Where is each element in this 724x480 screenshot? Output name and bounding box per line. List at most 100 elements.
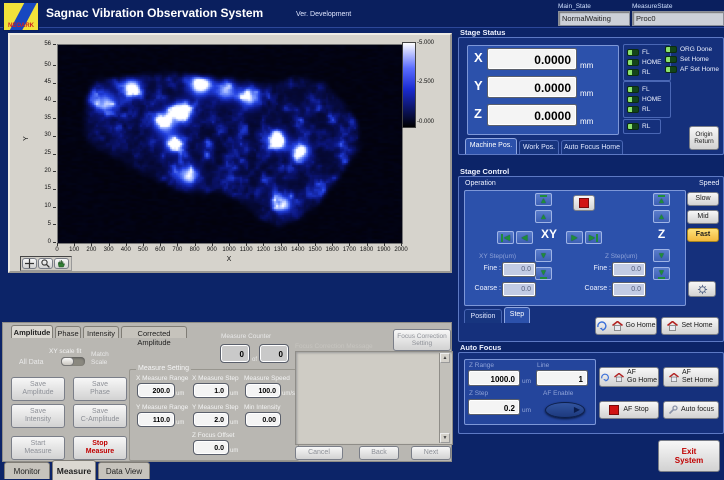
save-intensity-button[interactable]: SaveIntensity — [11, 404, 65, 428]
xy-up-fast-button[interactable]: ▲ — [535, 193, 552, 206]
tab-work-pos[interactable]: Work Pos. — [519, 140, 559, 154]
tab-intensity[interactable]: Intensity — [83, 326, 119, 338]
y-axis-ticks: 0510152025303540455056 — [10, 44, 55, 242]
speed-fast-button[interactable]: Fast — [687, 228, 719, 242]
zoom-tool-icon[interactable] — [38, 258, 53, 269]
z-up-button[interactable]: ▲ — [653, 210, 670, 223]
af-z-step-input[interactable]: 0.2 — [469, 400, 519, 414]
x-limit-led-group: FL HOME RL — [623, 44, 671, 81]
xy-right-button[interactable]: ▶ — [566, 231, 583, 244]
speed-mid-button[interactable]: Mid — [687, 210, 719, 224]
cancel-button[interactable]: Cancel — [295, 446, 343, 460]
xy-coarse-label: Coarse : — [467, 285, 501, 292]
z-range-input[interactable]: 1000.0 — [469, 371, 519, 385]
x-measure-step-input[interactable]: 1.0 — [194, 384, 228, 397]
tab-amplitude[interactable]: Amplitude — [11, 325, 53, 338]
y-tick-label: 0 — [36, 239, 51, 245]
measure-speed-input[interactable]: 100.0 — [246, 384, 280, 397]
xy-left-fast-button[interactable]: ◀ — [497, 231, 514, 244]
af-set-home-label: AF Set Home — [680, 66, 719, 73]
y-tick-mark — [53, 189, 56, 190]
tab-position[interactable]: Position — [464, 309, 502, 323]
origin-return-button[interactable]: Origin Return — [689, 126, 719, 150]
tab-corrected-amplitude[interactable]: Corrected Amplitude — [121, 326, 187, 338]
xy-scale-fit-label: XY scale fit — [49, 348, 81, 355]
auto-focus-button[interactable]: Auto focus — [663, 401, 719, 419]
xy-fine-input[interactable]: 0.0 — [503, 263, 535, 276]
y-tick-mark — [53, 171, 56, 172]
go-home-button[interactable]: Go Home — [595, 317, 657, 335]
jog-settings-button[interactable] — [688, 281, 716, 297]
af-go-home-button[interactable]: AFGo Home — [599, 367, 659, 387]
x-rl-led — [627, 69, 639, 76]
save-phase-button[interactable]: SavePhase — [73, 377, 127, 401]
af-stop-button[interactable]: AF Stop — [599, 401, 659, 419]
hand-tool-icon[interactable] — [54, 258, 69, 269]
y-tick-mark — [53, 83, 56, 84]
colorbar — [402, 42, 416, 128]
main-state-label: Main_State — [558, 3, 591, 10]
x-tick-label: 0 — [49, 247, 65, 253]
z-coarse-input[interactable]: 0.0 — [613, 283, 645, 296]
measure-counter-total: 0 — [260, 345, 288, 362]
tab-step[interactable]: Step — [504, 307, 530, 323]
x-home-led — [627, 59, 639, 66]
x-tick-mark — [401, 243, 402, 246]
line-input[interactable]: 1 — [537, 371, 587, 385]
auto-focus-label: Auto focus — [681, 406, 714, 414]
z-down-button[interactable]: ▼ — [653, 249, 670, 262]
tab-machine-pos[interactable]: Machine Pos. — [465, 138, 517, 154]
scroll-down-icon[interactable]: ▼ — [440, 433, 450, 443]
z-down-fast-button[interactable]: ▼ — [653, 267, 670, 280]
x-measure-range-input[interactable]: 200.0 — [138, 384, 174, 397]
tab-auto-focus-home[interactable]: Auto Focus Home — [561, 140, 623, 154]
xy-down-button[interactable]: ▼ — [535, 249, 552, 262]
exit-system-button[interactable]: Exit System — [658, 440, 720, 472]
start-measure-button[interactable]: StartMeasure — [11, 436, 65, 460]
x-measure-range-unit: um — [176, 391, 184, 397]
xy-left-button[interactable]: ◀ — [516, 231, 533, 244]
right-to-limit-icon: ▶ — [589, 234, 598, 242]
tab-monitor[interactable]: Monitor — [4, 462, 50, 479]
xy-right-fast-button[interactable]: ▶ — [585, 231, 602, 244]
return-arrow-icon — [601, 373, 611, 382]
set-home-button[interactable]: Set Home — [661, 317, 719, 335]
z-fine-input[interactable]: 0.0 — [613, 263, 645, 276]
message-scrollbar[interactable]: ▲ ▼ — [439, 353, 451, 443]
y-measure-range-input[interactable]: 110.0 — [138, 413, 174, 426]
back-button[interactable]: Back — [359, 446, 399, 460]
auto-focus-title: Auto Focus — [460, 343, 501, 352]
stop-measure-button[interactable]: StopMeasure — [73, 436, 127, 460]
tab-data-view[interactable]: Data View — [98, 462, 150, 479]
min-intensity-input[interactable]: 0.00 — [246, 413, 280, 426]
focus-correction-setting-button[interactable]: Focus Correction Setting — [393, 329, 451, 351]
x-tick-mark — [143, 243, 144, 246]
next-button[interactable]: Next — [411, 446, 451, 460]
tab-phase[interactable]: Phase — [55, 326, 81, 338]
status-flags-group: ORG Done Set Home AF Set Home — [665, 44, 721, 75]
exit-line1: Exit — [682, 447, 697, 456]
save-c-amplitude-button[interactable]: SaveC-Amplitude — [73, 404, 127, 428]
save-amplitude-button[interactable]: SaveAmplitude — [11, 377, 65, 401]
scroll-up-icon[interactable]: ▲ — [440, 353, 450, 363]
z-step-label: Z Step — [469, 390, 488, 397]
xy-scale-fit-toggle[interactable] — [61, 357, 85, 366]
tab-measure[interactable]: Measure — [52, 460, 96, 480]
x-home-label: HOME — [642, 59, 662, 66]
xy-down-fast-button[interactable]: ▼ — [535, 267, 552, 280]
z-up-fast-button[interactable]: ▲ — [653, 193, 670, 206]
speed-slow-button[interactable]: Slow — [687, 192, 719, 206]
af-set-home-button[interactable]: AFSet Home — [663, 367, 719, 387]
go-home-label: Go Home — [626, 322, 656, 330]
y-measure-step-input[interactable]: 2.0 — [194, 413, 228, 426]
z-focus-offset-input[interactable]: 0.0 — [194, 441, 228, 454]
xy-coarse-input[interactable]: 0.0 — [503, 283, 535, 296]
stop-motion-button[interactable] — [573, 195, 595, 211]
xy-up-button[interactable]: ▲ — [535, 210, 552, 223]
z-rl-led — [627, 123, 639, 130]
af-enable-toggle[interactable]: ▶ — [545, 402, 585, 418]
vibration-heatmap-canvas — [58, 45, 402, 243]
exit-line2: System — [675, 456, 703, 465]
pan-tool-icon[interactable] — [22, 258, 37, 269]
z-fine-label: Fine : — [583, 265, 611, 272]
